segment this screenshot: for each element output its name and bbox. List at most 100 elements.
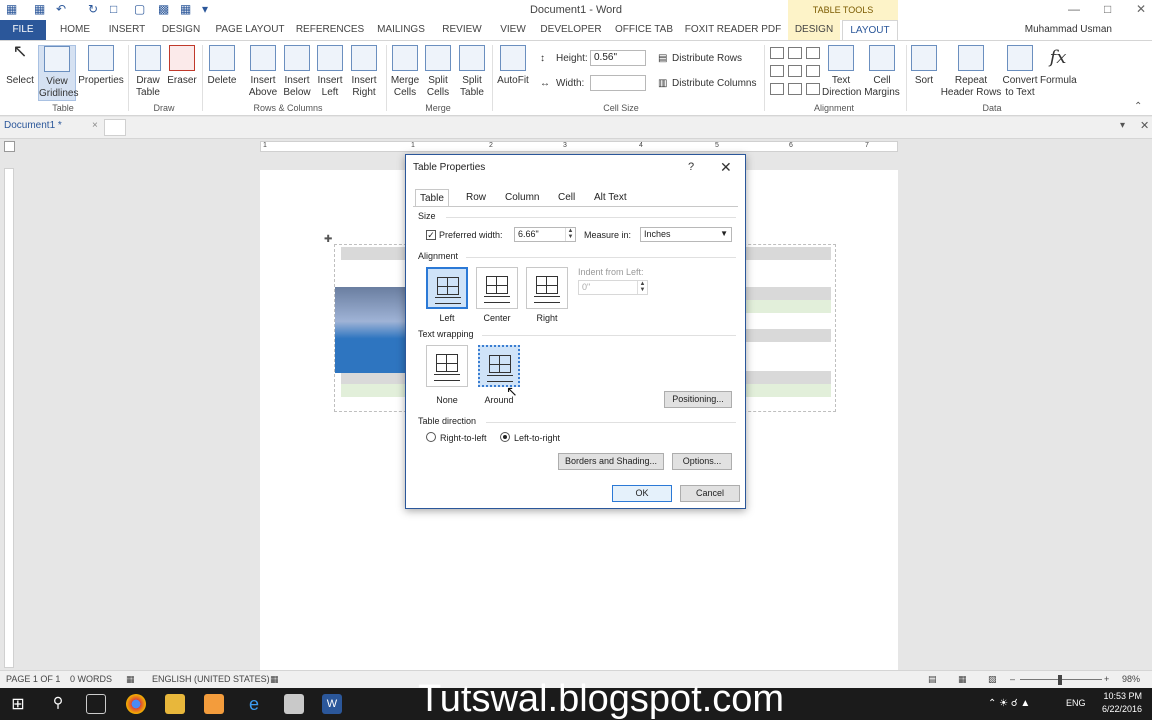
tab-home[interactable]: HOME xyxy=(52,20,98,40)
text-direction-button[interactable]: Text Direction xyxy=(822,45,861,99)
chrome-icon[interactable] xyxy=(126,694,146,714)
close-document-icon[interactable]: ✕ xyxy=(1140,119,1149,132)
align-bottom-center-icon[interactable] xyxy=(788,83,802,95)
web-layout-icon[interactable]: ▧ xyxy=(988,674,997,685)
print-layout-icon[interactable]: ▦ xyxy=(958,674,967,685)
tab-table-layout[interactable]: LAYOUT xyxy=(842,20,898,40)
options-button[interactable]: Options... xyxy=(672,453,732,470)
insert-below-button[interactable]: Insert Below xyxy=(280,45,314,99)
split-table-button[interactable]: Split Table xyxy=(456,45,488,99)
align-top-left-icon[interactable] xyxy=(770,47,784,59)
tab-view[interactable]: VIEW xyxy=(494,20,532,40)
tab-cell[interactable]: Cell xyxy=(554,189,579,207)
ok-button[interactable]: OK xyxy=(612,485,672,502)
proofing-icon[interactable]: ▦ xyxy=(126,674,135,685)
wrap-none-option[interactable] xyxy=(426,345,468,387)
right-to-left-radio[interactable] xyxy=(426,432,436,442)
tab-design[interactable]: DESIGN xyxy=(156,20,206,40)
delete-button[interactable]: Delete xyxy=(206,45,238,87)
word-count[interactable]: 0 WORDS xyxy=(70,674,112,684)
minimize-icon[interactable]: — xyxy=(1068,2,1080,16)
zoom-in-icon[interactable]: + xyxy=(1104,674,1109,684)
zoom-slider-thumb[interactable] xyxy=(1058,675,1062,685)
user-name[interactable]: Muhammad Usman xyxy=(1025,24,1112,35)
close-tab-icon[interactable]: × xyxy=(92,120,98,131)
zoom-out-icon[interactable]: – xyxy=(1010,674,1015,684)
help-icon[interactable]: ? xyxy=(688,161,694,173)
insert-right-button[interactable]: Insert Right xyxy=(348,45,380,99)
height-input[interactable]: 0.56" xyxy=(590,50,646,66)
tab-developer[interactable]: DEVELOPER xyxy=(538,20,604,40)
file-explorer-icon[interactable] xyxy=(165,694,185,714)
tab-insert[interactable]: INSERT xyxy=(104,20,150,40)
sort-button[interactable]: Sort xyxy=(910,45,938,87)
split-cells-button[interactable]: Split Cells xyxy=(422,45,454,99)
view-gridlines-button[interactable]: View Gridlines xyxy=(38,45,78,101)
align-center-right-icon[interactable] xyxy=(806,65,820,77)
page-count[interactable]: PAGE 1 OF 1 xyxy=(6,674,60,684)
select-button[interactable]: ↖ Select xyxy=(4,42,36,87)
tab-page-layout[interactable]: PAGE LAYOUT xyxy=(212,20,288,40)
merge-cells-button[interactable]: Merge Cells xyxy=(388,45,422,99)
distribute-columns-button[interactable]: Distribute Columns xyxy=(672,78,756,89)
collapse-ribbon-icon[interactable]: ⌃ xyxy=(1134,101,1142,112)
table-move-handle-icon[interactable]: ✚ xyxy=(324,234,332,245)
zoom-level[interactable]: 98% xyxy=(1122,674,1140,684)
align-right-option[interactable] xyxy=(526,267,568,309)
language-status[interactable]: ENGLISH (UNITED STATES) xyxy=(152,674,270,684)
spinner-icon[interactable]: ▲ ▼ xyxy=(565,228,575,241)
cell-margins-button[interactable]: Cell Margins xyxy=(862,45,902,99)
properties-button[interactable]: Properties xyxy=(78,45,124,87)
document-tab[interactable]: Document1 * xyxy=(4,120,62,131)
preferred-width-checkbox[interactable]: ✓ xyxy=(426,230,436,240)
repeat-header-rows-button[interactable]: Repeat Header Rows xyxy=(940,45,1002,99)
cancel-button[interactable]: Cancel xyxy=(680,485,740,502)
read-mode-icon[interactable]: ▤ xyxy=(928,674,937,685)
tab-table-design[interactable]: DESIGN xyxy=(788,20,840,40)
draw-table-button[interactable]: Draw Table xyxy=(132,45,164,99)
horizontal-ruler[interactable]: 1 1 2 3 4 5 6 7 xyxy=(260,141,898,152)
align-bottom-left-icon[interactable] xyxy=(770,83,784,95)
tab-list-dropdown-icon[interactable]: ▾ xyxy=(1120,120,1125,131)
app-icon[interactable] xyxy=(204,694,224,714)
borders-and-shading-button[interactable]: Borders and Shading... xyxy=(558,453,664,470)
tab-column[interactable]: Column xyxy=(501,189,543,207)
preferred-width-input[interactable]: 6.66" ▲ ▼ xyxy=(514,227,576,242)
word-taskbar-icon[interactable]: W xyxy=(322,694,342,714)
width-input[interactable] xyxy=(590,75,646,91)
search-icon[interactable]: ⚲ xyxy=(48,694,68,714)
autofit-button[interactable]: AutoFit xyxy=(496,45,530,87)
distribute-rows-button[interactable]: Distribute Rows xyxy=(672,53,742,64)
internet-explorer-icon[interactable]: e xyxy=(244,694,264,714)
maximize-icon[interactable]: □ xyxy=(1104,2,1111,16)
tab-alt-text[interactable]: Alt Text xyxy=(590,189,631,207)
input-language[interactable]: ENG xyxy=(1066,698,1086,708)
macro-icon[interactable]: ▦ xyxy=(270,674,279,685)
align-bottom-right-icon[interactable] xyxy=(806,83,820,95)
app-icon[interactable] xyxy=(284,694,304,714)
measure-in-select[interactable]: Inches ▼ xyxy=(640,227,732,242)
align-top-right-icon[interactable] xyxy=(806,47,820,59)
tab-row[interactable]: Row xyxy=(462,189,490,207)
close-icon[interactable]: ✕ xyxy=(720,159,732,176)
tab-foxit-reader-pdf[interactable]: FOXIT READER PDF xyxy=(684,20,782,40)
vertical-ruler[interactable] xyxy=(4,168,14,668)
align-left-option[interactable] xyxy=(426,267,468,309)
align-center-option[interactable] xyxy=(476,267,518,309)
insert-left-button[interactable]: Insert Left xyxy=(314,45,346,99)
tab-file[interactable]: FILE xyxy=(0,20,46,40)
new-tab-slot[interactable] xyxy=(104,119,126,136)
convert-to-text-button[interactable]: Convert to Text xyxy=(1002,45,1038,99)
tab-selector[interactable] xyxy=(4,141,15,152)
tab-table[interactable]: Table xyxy=(415,189,449,207)
formula-button[interactable]: fx Formula xyxy=(1040,45,1077,87)
insert-above-button[interactable]: Insert Above xyxy=(246,45,280,99)
align-center-left-icon[interactable] xyxy=(770,65,784,77)
align-center-icon[interactable] xyxy=(788,65,802,77)
eraser-button[interactable]: Eraser xyxy=(166,45,198,87)
align-top-center-icon[interactable] xyxy=(788,47,802,59)
positioning-button[interactable]: Positioning... xyxy=(664,391,732,408)
tab-references[interactable]: REFERENCES xyxy=(294,20,366,40)
task-view-icon[interactable] xyxy=(86,694,106,714)
tab-office-tab[interactable]: OFFICE TAB xyxy=(610,20,678,40)
